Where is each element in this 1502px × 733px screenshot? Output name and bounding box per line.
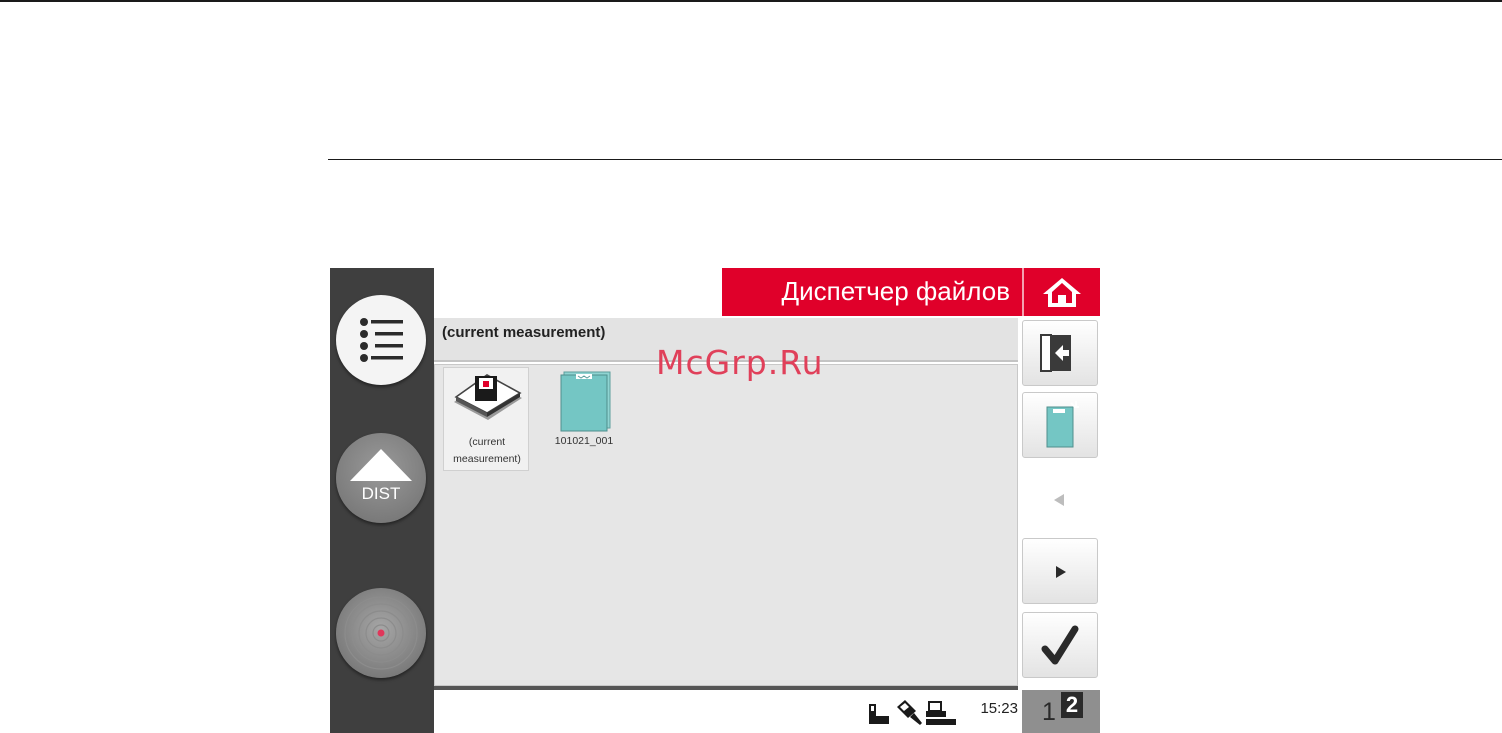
- file-item-101021-001[interactable]: 101021_001: [541, 367, 627, 471]
- confirm-button[interactable]: [1022, 612, 1098, 678]
- file-label: 101021_001: [554, 435, 614, 447]
- page-switch-button[interactable]: 1 2: [1022, 690, 1100, 733]
- new-file-icon: [1046, 401, 1079, 448]
- device-screen: DIST Диспетчер файлов (current measureme…: [330, 268, 1100, 733]
- current-measurement-icon: [454, 374, 522, 420]
- next-page-button[interactable]: [1022, 538, 1098, 604]
- dist-label: DIST: [361, 484, 401, 503]
- file-list-panel: (current measurement) 101021_001: [434, 364, 1018, 686]
- next-page-icon: [1056, 566, 1066, 578]
- probe-icon: [897, 700, 922, 725]
- left-toolbar: DIST: [330, 268, 434, 733]
- dist-arrow-icon: [350, 449, 412, 481]
- home-button[interactable]: [1022, 268, 1100, 316]
- current-path: (current measurement): [442, 324, 606, 341]
- exit-button[interactable]: [1022, 320, 1098, 386]
- menu-list-button[interactable]: [336, 295, 426, 385]
- file-item-current-measurement[interactable]: (current measurement): [443, 367, 529, 471]
- storage-icon: [869, 704, 889, 724]
- dist-button[interactable]: DIST: [336, 433, 426, 523]
- file-label: (current measurement): [453, 436, 521, 465]
- home-icon: [1043, 278, 1081, 307]
- screen-title: Диспетчер файлов: [781, 276, 1010, 306]
- new-file-button[interactable]: [1022, 392, 1098, 458]
- page-two-label: 2: [1061, 692, 1083, 718]
- list-menu-icon: [360, 318, 403, 362]
- clock-time: 15:23: [980, 700, 1018, 717]
- watermark-text: McGrp.Ru: [656, 343, 824, 382]
- page-top-rule: [0, 0, 1502, 2]
- exit-door-icon: [1040, 334, 1071, 372]
- title-bar: Диспетчер файлов: [722, 268, 1022, 316]
- prev-page-icon: [1054, 494, 1064, 506]
- status-bar: 15:23: [434, 690, 1018, 733]
- previous-page-button[interactable]: [1022, 466, 1098, 532]
- target-icon: [344, 596, 418, 670]
- page-section-rule: [328, 159, 1502, 160]
- printer-icon: [926, 701, 956, 725]
- page-one-label: 1: [1042, 698, 1056, 726]
- file-document-icon: [560, 371, 611, 432]
- target-button[interactable]: [336, 588, 426, 678]
- confirm-check-icon: [1041, 625, 1079, 665]
